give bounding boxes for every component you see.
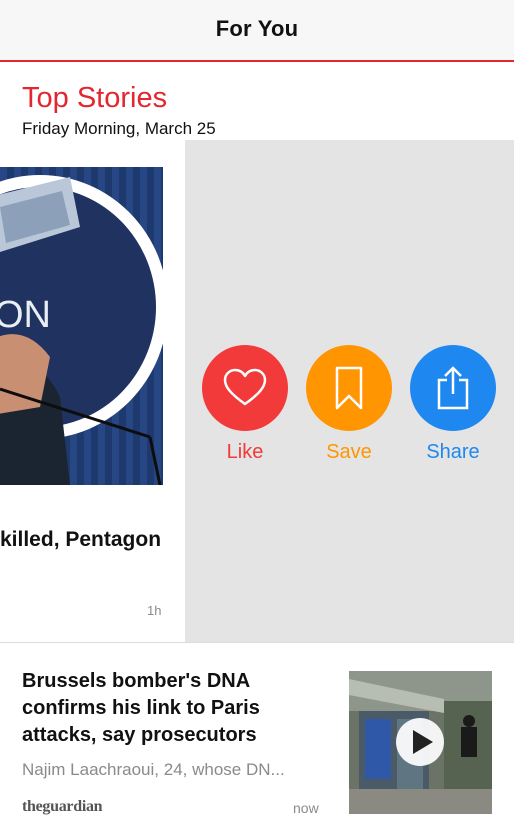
featured-story-image[interactable]: ON [0, 167, 163, 485]
share-circle[interactable] [410, 345, 496, 431]
section-date: Friday Morning, March 25 [22, 119, 216, 138]
like-button[interactable]: Like [200, 345, 290, 464]
tram-stop-photo [349, 671, 492, 814]
article-time: now [293, 800, 319, 816]
heart-icon [223, 368, 267, 406]
save-circle[interactable] [306, 345, 392, 431]
share-label: Share [426, 441, 480, 463]
share-icon [437, 366, 469, 410]
swipe-action-tray: Like Save Share [185, 140, 514, 643]
article-summary: Najim Laachraoui, 24, whose DN... [22, 760, 285, 779]
page-title: For You [215, 16, 299, 41]
save-button[interactable]: Save [304, 345, 394, 464]
featured-story-time: 1h [147, 603, 162, 618]
divider [0, 642, 514, 643]
article-thumbnail[interactable] [349, 671, 492, 814]
like-circle[interactable] [202, 345, 288, 431]
section-title: Top Stories [22, 82, 168, 114]
featured-story-headline[interactable]: killed, Pentagon [0, 528, 161, 552]
article-title[interactable]: Brussels bomber's DNA confirms his link … [22, 668, 322, 749]
pentagon-seal-photo: ON [0, 167, 163, 485]
article-source-logo: theguardian [22, 798, 103, 815]
nav-header: For You [0, 0, 514, 62]
like-label: Like [226, 441, 264, 463]
save-label: Save [326, 441, 372, 463]
bookmark-icon [335, 366, 363, 410]
seal-text: ON [0, 294, 51, 336]
share-button[interactable]: Share [408, 345, 498, 464]
